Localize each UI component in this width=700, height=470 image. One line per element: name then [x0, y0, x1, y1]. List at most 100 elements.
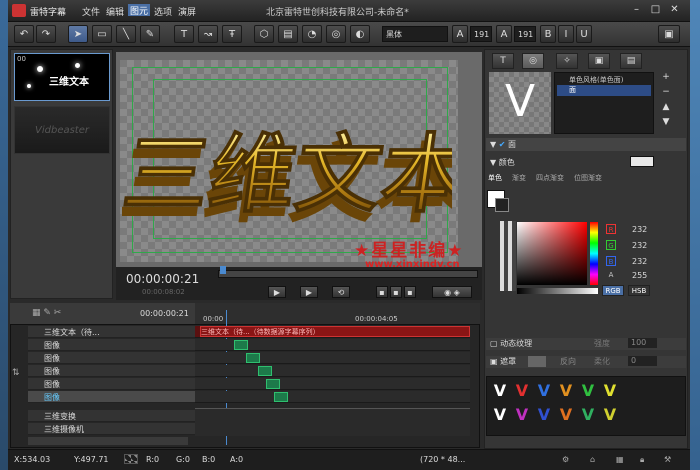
preview-scrubber[interactable]	[218, 270, 478, 278]
grid-icon[interactable]: ▦	[616, 455, 624, 464]
tab-effects-icon[interactable]: ✧	[556, 53, 578, 69]
layer-row[interactable]: ▼ ✔ 面	[486, 138, 686, 151]
param2-value[interactable]: 0	[628, 356, 657, 366]
underline-icon[interactable]: U	[576, 25, 592, 43]
snapshot-icon[interactable]: ◉ ◈	[432, 286, 472, 298]
green-value[interactable]: 232	[632, 241, 647, 250]
mask-row[interactable]: ▣ 遮罩 反向 柔化 0	[486, 356, 686, 368]
close-icon[interactable]: ✕	[666, 3, 683, 17]
timeline-zoom-bar[interactable]	[28, 437, 188, 445]
library-item-3d-text[interactable]: 00 三维文本	[14, 53, 110, 101]
3d-text-object[interactable]: 三维文本 三维文本	[112, 118, 475, 235]
scrubber-handle[interactable]	[220, 266, 226, 274]
background-color-icon[interactable]	[495, 198, 509, 212]
preset-item[interactable]: V	[559, 405, 573, 425]
loop-icon[interactable]: ⟲	[332, 286, 350, 298]
swatch-palette[interactable]	[500, 221, 516, 291]
alpha-slider[interactable]	[517, 288, 598, 294]
transform-track-area[interactable]	[195, 408, 470, 436]
checkbox-icon[interactable]: ✔	[499, 140, 506, 149]
timeline-sync-icon[interactable]: ⇅	[12, 368, 20, 378]
image-clip[interactable]	[274, 392, 288, 402]
add-style-icon[interactable]: +	[660, 72, 672, 84]
color-icon[interactable]: ◐	[350, 25, 370, 43]
expand-icon[interactable]: ▼	[490, 140, 496, 149]
font-height-icon[interactable]: A	[496, 25, 512, 43]
image-icon[interactable]: ▤	[278, 25, 298, 43]
red-value[interactable]: 232	[632, 225, 647, 234]
menu-element[interactable]: 图元	[128, 4, 151, 17]
view-mode2-icon[interactable]: ▪	[390, 286, 402, 298]
dyn-texture-checkbox-icon[interactable]: ▢	[490, 339, 498, 348]
tab-page-icon[interactable]: ▣	[588, 53, 610, 69]
color-tab-gradient[interactable]: 渐变	[512, 173, 526, 183]
bold-icon[interactable]: B	[540, 25, 556, 43]
preset-item[interactable]: V	[603, 381, 617, 401]
preset-item[interactable]: V	[493, 405, 507, 425]
play-forward-icon[interactable]: ▶	[300, 286, 318, 298]
italic-icon[interactable]: I	[558, 25, 574, 43]
line-icon[interactable]: ╲	[116, 25, 136, 43]
preset-item[interactable]: V	[515, 405, 529, 425]
char-size-field[interactable]: 191	[514, 26, 536, 42]
hue-slider[interactable]	[590, 222, 598, 285]
image-clip[interactable]	[234, 340, 248, 350]
settings-icon[interactable]: ⚒	[664, 455, 671, 464]
move-up-icon[interactable]: ▲	[660, 102, 672, 114]
preset-item[interactable]: V	[559, 381, 573, 401]
redo-icon[interactable]: ↷	[36, 25, 56, 43]
color-tab-bitmap[interactable]: 位图渐变	[574, 173, 602, 183]
rgb-button[interactable]: RGB	[602, 285, 624, 296]
curve-text-icon[interactable]: ↝	[198, 25, 218, 43]
tab-layers-icon[interactable]: ▤	[620, 53, 642, 69]
image-clip[interactable]	[258, 366, 272, 376]
menu-playout[interactable]: 演屏	[178, 5, 196, 18]
move-down-icon[interactable]: ▼	[660, 117, 672, 129]
preset-item[interactable]: V	[603, 405, 617, 425]
library-item-logo[interactable]: Vidbeaster	[14, 106, 110, 154]
track-area[interactable]	[195, 378, 470, 390]
menu-file[interactable]: 文件	[82, 5, 100, 18]
vertical-text-icon[interactable]: Ŧ	[222, 25, 242, 43]
color-tab-solid[interactable]: 单色	[488, 173, 502, 183]
text-clip[interactable]: 三维文本（待...（待数据源字幕序列）	[200, 326, 470, 337]
preset-item[interactable]: V	[581, 381, 595, 401]
tab-style-icon[interactable]: ◎	[522, 53, 544, 69]
image-clip[interactable]	[266, 379, 280, 389]
monitor-icon[interactable]: ▣	[658, 25, 680, 43]
lock-icon[interactable]: 🔒︎	[640, 455, 644, 465]
clock-icon[interactable]: ◔	[302, 25, 322, 43]
preset-item[interactable]: V	[493, 381, 507, 401]
dyn-texture-row[interactable]: ▢ 动态纹理 强度 100	[486, 338, 686, 350]
rect-icon[interactable]: ▭	[92, 25, 112, 43]
mask-thumbnail[interactable]	[528, 356, 546, 367]
tab-text-props-icon[interactable]: T	[492, 53, 514, 69]
param1-value[interactable]: 100	[628, 338, 657, 348]
menu-edit[interactable]: 编辑	[106, 5, 124, 18]
view-mode3-icon[interactable]: ▪	[404, 286, 416, 298]
path-icon[interactable]: ⬡	[254, 25, 274, 43]
style-list[interactable]: 单色风格(单色面) 面	[554, 72, 654, 134]
media-icon[interactable]: ◎	[326, 25, 346, 43]
style-item-face[interactable]: 面	[557, 85, 651, 96]
timeline-ruler[interactable]: 00:00 00:00:04:05	[195, 303, 480, 325]
view-mode-icon[interactable]: ▪	[376, 286, 388, 298]
menu-options[interactable]: 选项	[154, 5, 172, 18]
image-clip[interactable]	[246, 353, 260, 363]
play-icon[interactable]: ▶	[268, 286, 286, 298]
preset-item[interactable]: V	[537, 405, 551, 425]
preset-item[interactable]: V	[537, 381, 551, 401]
blue-value[interactable]: 232	[632, 257, 647, 266]
font-size-field[interactable]: 191	[470, 26, 492, 42]
track-area[interactable]	[195, 352, 470, 364]
font-select[interactable]: 黑体	[382, 26, 448, 42]
text-icon[interactable]: T	[174, 25, 194, 43]
color-tab-4point[interactable]: 四点渐变	[536, 173, 564, 183]
pen-icon[interactable]: ✎	[140, 25, 160, 43]
maximize-icon[interactable]: □	[647, 3, 664, 17]
current-color-swatch[interactable]	[630, 156, 654, 167]
preset-item[interactable]: V	[515, 381, 529, 401]
font-width-icon[interactable]: A	[452, 25, 468, 43]
hsb-button[interactable]: HSB	[628, 285, 650, 296]
select-icon[interactable]: ➤	[68, 25, 88, 43]
